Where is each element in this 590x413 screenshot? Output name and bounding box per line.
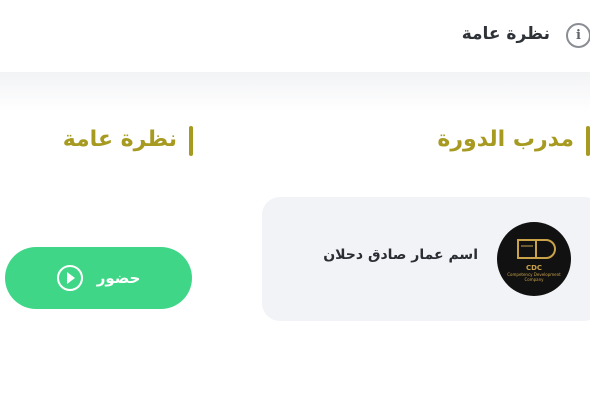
logo-text: CDC [525, 263, 543, 272]
trainer-avatar: CDC Competency Development Company [497, 222, 571, 296]
overview-section-heading: نظرة عامة [30, 124, 193, 156]
overview-heading-label: نظرة عامة [62, 127, 177, 152]
logo-subtext: Competency Development Company [507, 271, 561, 282]
company-logo-mark [517, 238, 556, 259]
attend-label: حضور [96, 269, 141, 287]
play-circle-icon [56, 265, 83, 291]
heading-accent-bar [189, 126, 193, 156]
trainer-card[interactable]: CDC Competency Development Company اسم ع… [262, 197, 590, 321]
page-title: نظرة عامة [461, 24, 550, 44]
top-bar: i نظرة عامة [0, 0, 590, 72]
trainer-heading-label: مدرب الدورة [437, 127, 574, 152]
header-shadow [0, 72, 590, 112]
attend-button[interactable]: حضور [5, 247, 192, 309]
trainer-section-heading: مدرب الدورة [400, 124, 590, 156]
trainer-name: اسم عمار صادق دحلان [323, 247, 478, 263]
heading-accent-bar [586, 126, 590, 156]
info-icon[interactable]: i [566, 23, 590, 48]
